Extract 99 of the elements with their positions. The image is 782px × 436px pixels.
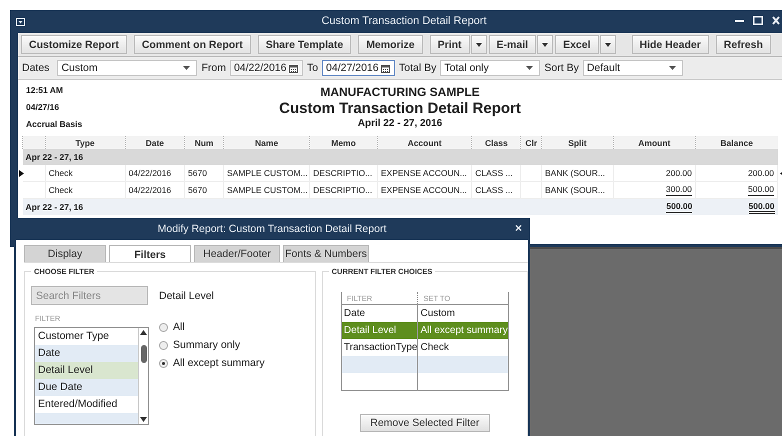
table-cell: 04/22/2016 — [128, 168, 172, 178]
remove-filter-button[interactable]: Remove Selected Filter — [360, 414, 490, 432]
filter-heading: Detail Level — [159, 290, 215, 302]
caret-icon — [604, 42, 611, 46]
caret-icon — [526, 66, 534, 70]
toolbar-button[interactable]: Excel — [555, 35, 599, 54]
radio-label: Summary only — [173, 339, 240, 351]
dropdown-button[interactable] — [537, 35, 554, 54]
table-cell: DESCRIPTIO... — [313, 185, 372, 195]
date-field[interactable]: 04/27/2016 — [322, 60, 396, 76]
to-label: To — [306, 62, 318, 74]
radio-button[interactable] — [159, 358, 168, 368]
toolbar-button[interactable]: Customize Report — [21, 35, 127, 54]
close-button[interactable]: × — [514, 221, 522, 235]
toolbar-button[interactable]: Hide Header — [632, 35, 709, 54]
dates-label: Dates — [22, 62, 50, 74]
filter-list[interactable]: Customer Type Date Detail Level Due Date Entered/Modified — [34, 327, 149, 425]
table-cell: 04/22/2016 — [128, 185, 172, 195]
column-header[interactable]: Date — [125, 136, 185, 149]
total-balance: 500.00 — [748, 200, 774, 214]
close-icon[interactable] — [772, 16, 780, 25]
scroll-down-icon[interactable] — [140, 417, 147, 422]
toolbar-button[interactable]: Refresh — [716, 35, 771, 54]
table-cell: 500.00 — [748, 184, 774, 196]
window-menu-icon[interactable] — [16, 18, 25, 26]
column-header[interactable]: Account — [377, 136, 472, 149]
column-header[interactable]: Class — [472, 136, 521, 149]
dialog-title: Modify Report: Custom Transaction Detail Report — [158, 223, 386, 235]
total-by-dropdown[interactable]: Total only — [440, 60, 540, 76]
table-cell: 5670 — [188, 185, 207, 195]
table-cell: SAMPLE CUSTOM... — [227, 185, 308, 195]
table-cell: 200.00 — [748, 168, 774, 178]
search-field[interactable]: Search Filters — [31, 286, 148, 305]
table-cell: EXPENSE ACCOUN... — [380, 168, 467, 178]
dropdown-button[interactable] — [470, 35, 487, 54]
report-basis: Accrual Basis — [26, 119, 84, 129]
column-header[interactable]: Amount — [613, 136, 696, 149]
tab[interactable]: Display — [24, 245, 106, 262]
tab[interactable]: Filters — [109, 245, 191, 263]
table-cell: SAMPLE CUSTOM... — [227, 168, 308, 178]
table-cell: 200.00 — [666, 168, 692, 178]
total-amount: 500.00 — [666, 201, 692, 213]
toolbar-button[interactable]: E-mail — [488, 35, 536, 54]
radio-label: All — [173, 321, 185, 333]
scroll-thumb[interactable] — [140, 345, 146, 363]
column-header[interactable]: Type — [45, 136, 126, 149]
table-cell: BANK (SOUR... — [545, 185, 605, 195]
table-cell: 300.00 — [666, 184, 692, 196]
dates-dropdown[interactable]: Custom — [57, 60, 198, 76]
column-header[interactable]: Memo — [310, 136, 378, 149]
table-cell: BANK (SOUR... — [545, 168, 605, 178]
dropdown-button[interactable] — [600, 35, 616, 54]
column-header[interactable]: Num — [184, 136, 224, 149]
list-item[interactable]: Date — [35, 345, 138, 362]
company-name: MANUFACTURING SAMPLE — [320, 85, 480, 99]
caret-icon — [542, 42, 548, 46]
date-field[interactable]: 04/22/2016 — [230, 60, 303, 76]
table-cell: CLASS ... — [475, 185, 513, 195]
radio-button[interactable] — [159, 322, 168, 332]
list-item[interactable]: Entered/Modified — [35, 396, 138, 413]
table-cell: DESCRIPTIO... — [313, 168, 372, 178]
report-title: Custom Transaction Detail Report — [279, 100, 521, 117]
group-label: Apr 22 - 27, 16 — [22, 149, 778, 165]
radio-label: All except summary — [173, 357, 265, 369]
list-item[interactable]: Due Date — [35, 379, 138, 396]
calendar-icon — [288, 64, 298, 72]
toolbar-button[interactable]: Share Template — [258, 35, 352, 54]
sort-by-label: Sort By — [544, 62, 579, 74]
list-item[interactable]: Customer Type — [35, 328, 138, 345]
table-cell: 5670 — [188, 168, 207, 178]
radio-button[interactable] — [159, 340, 168, 350]
toolbar-button[interactable]: Print — [430, 35, 470, 54]
tab[interactable]: Header/Footer — [194, 245, 280, 262]
report-date-range: April 22 - 27, 2016 — [358, 118, 442, 129]
toolbar-button[interactable]: Comment on Report — [134, 35, 251, 54]
report-date: 04/27/16 — [26, 102, 60, 112]
from-label: From — [201, 62, 226, 74]
report-time: 12:51 AM — [26, 85, 64, 95]
column-header[interactable]: Split — [542, 136, 614, 149]
table-cell: CLASS ... — [475, 168, 513, 178]
maximize-icon[interactable] — [753, 16, 763, 25]
column-header[interactable]: Clr — [520, 136, 542, 149]
calendar-icon — [381, 64, 390, 72]
table-cell: Check — [48, 168, 73, 178]
table-cell: Check — [48, 185, 73, 195]
column-header[interactable]: Balance — [695, 136, 778, 149]
caret-icon — [476, 42, 482, 46]
total-label: Apr 22 - 27, 16 — [26, 202, 84, 212]
list-item[interactable]: Detail Level — [35, 362, 138, 379]
total-by-label: Total By — [399, 62, 436, 74]
window-title: Custom Transaction Detail Report — [321, 15, 487, 27]
caret-icon — [668, 66, 676, 70]
caret-icon — [183, 66, 190, 70]
tab[interactable]: Fonts & Numbers — [283, 245, 369, 262]
toolbar-button[interactable]: Memorize — [358, 35, 423, 54]
scroll-up-icon[interactable] — [140, 330, 147, 335]
sort-by-dropdown[interactable]: Default — [582, 60, 683, 76]
table-cell: EXPENSE ACCOUN... — [380, 185, 467, 195]
column-header[interactable]: Name — [224, 136, 310, 149]
